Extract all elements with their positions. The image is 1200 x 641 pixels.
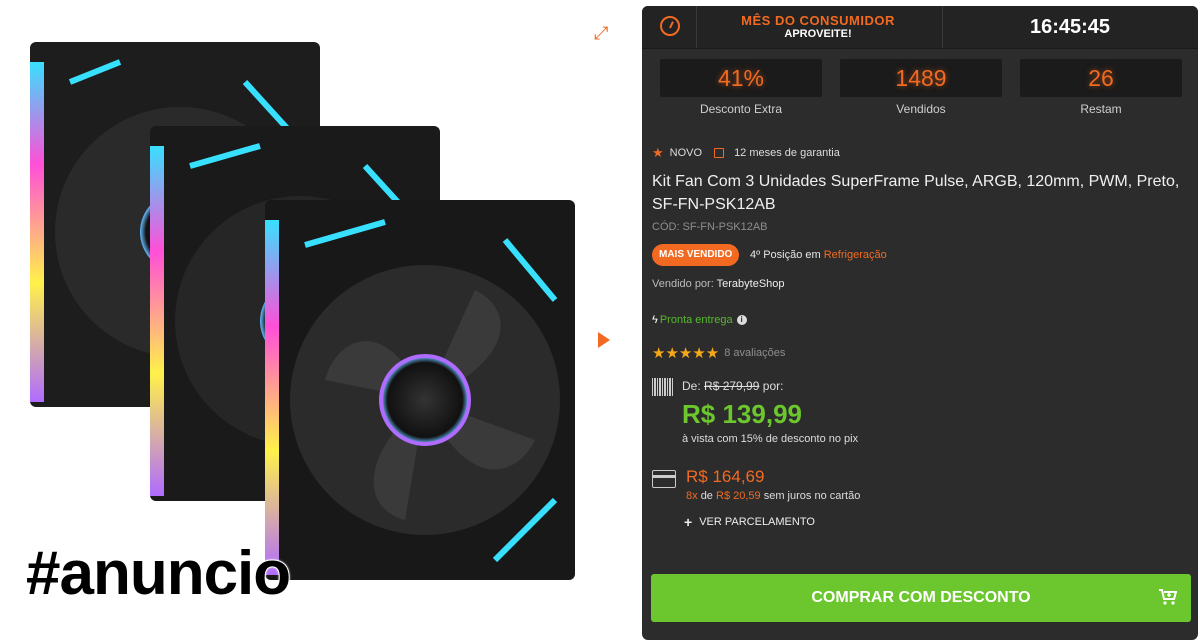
product-code: CÓD: SF-FN-PSK12AB	[652, 221, 768, 233]
rank-category-link[interactable]: Refrigeração	[824, 249, 887, 261]
stock-text: Pronta entrega	[659, 314, 733, 326]
ranking: 4º Posição em Refrigeração	[750, 249, 887, 261]
ad-watermark: #anuncio	[25, 538, 292, 609]
star-icon: ★	[652, 145, 664, 160]
stock-status: ϟ Pronta entrega i	[652, 314, 747, 326]
warranty-text: 12 meses de garantia	[734, 147, 840, 159]
rating-stars-icon: ★★★★★	[652, 345, 720, 362]
seller-info: Vendido por: TerabyteShop	[652, 278, 785, 290]
cart-icon	[1159, 589, 1177, 605]
product-image[interactable]	[20, 30, 580, 590]
view-installments-link[interactable]: + VER PARCELAMENTO	[684, 514, 815, 530]
per-label: por:	[762, 379, 784, 393]
promo-subtitle: APROVEITE!	[784, 28, 852, 40]
next-image-arrow-icon[interactable]	[598, 332, 610, 348]
buy-button-label: COMPRAR COM DESCONTO	[811, 589, 1031, 606]
calendar-icon	[714, 148, 725, 158]
promo-title: MÊS DO CONSUMIDOR	[741, 13, 895, 28]
stat-sold-label: Vendidos	[896, 102, 946, 116]
countdown-clock: 16:45:45	[1029, 16, 1111, 38]
product-panel: MÊS DO CONSUMIDOR APROVEITE! 16:45:45 41…	[642, 6, 1198, 640]
promo-bar: MÊS DO CONSUMIDOR APROVEITE! 16:45:45	[642, 6, 1198, 49]
info-icon[interactable]: i	[736, 315, 747, 325]
buy-button[interactable]: COMPRAR COM DESCONTO	[651, 574, 1191, 622]
barcode-icon	[652, 378, 674, 396]
card-price: R$ 164,69	[686, 467, 765, 486]
from-label: De:	[682, 379, 701, 393]
seller-label: Vendido por:	[652, 278, 714, 290]
product-badges: ★ NOVO 12 meses de garantia	[652, 145, 840, 161]
timer-icon	[660, 16, 680, 36]
seller-name: TerabyteShop	[716, 278, 785, 290]
installments-count: 8x	[686, 490, 698, 502]
bolt-icon: ϟ	[652, 314, 658, 326]
stat-sold-value: 1489	[840, 59, 1002, 97]
credit-card-icon	[652, 470, 676, 488]
plus-icon: +	[684, 514, 693, 530]
view-installments-label: VER PARCELAMENTO	[699, 516, 815, 528]
stat-remaining-value: 26	[1020, 59, 1182, 97]
stat-discount-label: Desconto Extra	[699, 102, 783, 116]
rating[interactable]: ★★★★★ 8 avaliações	[652, 344, 785, 362]
new-badge: NOVO	[669, 147, 703, 159]
stat-remaining-label: Restam	[1080, 102, 1122, 116]
installments-note: sem juros no cartão	[763, 490, 861, 502]
installment-value: R$ 20,59	[716, 490, 761, 502]
installments-de: de	[700, 490, 713, 502]
stat-discount-value: 41%	[660, 59, 822, 97]
old-price-line: De: R$ 279,99 por:	[682, 379, 783, 393]
pix-price: R$ 139,99	[682, 399, 802, 429]
pix-note: à vista com 15% de desconto no pix	[682, 433, 859, 445]
reviews-count: 8 avaliações	[724, 347, 786, 359]
rank-text: 4º Posição em	[750, 249, 821, 261]
divider	[696, 6, 697, 48]
old-price: R$ 279,99	[704, 379, 760, 393]
installments: 8x de R$ 20,59 sem juros no cartão	[686, 490, 860, 502]
expand-icon[interactable]: ⤢	[594, 24, 608, 42]
best-seller-badge: MAIS VENDIDO	[652, 244, 740, 266]
product-gallery: ⤢ #anuncio	[0, 0, 630, 641]
product-title: Kit Fan Com 3 Unidades SuperFrame Pulse,…	[652, 173, 1180, 213]
